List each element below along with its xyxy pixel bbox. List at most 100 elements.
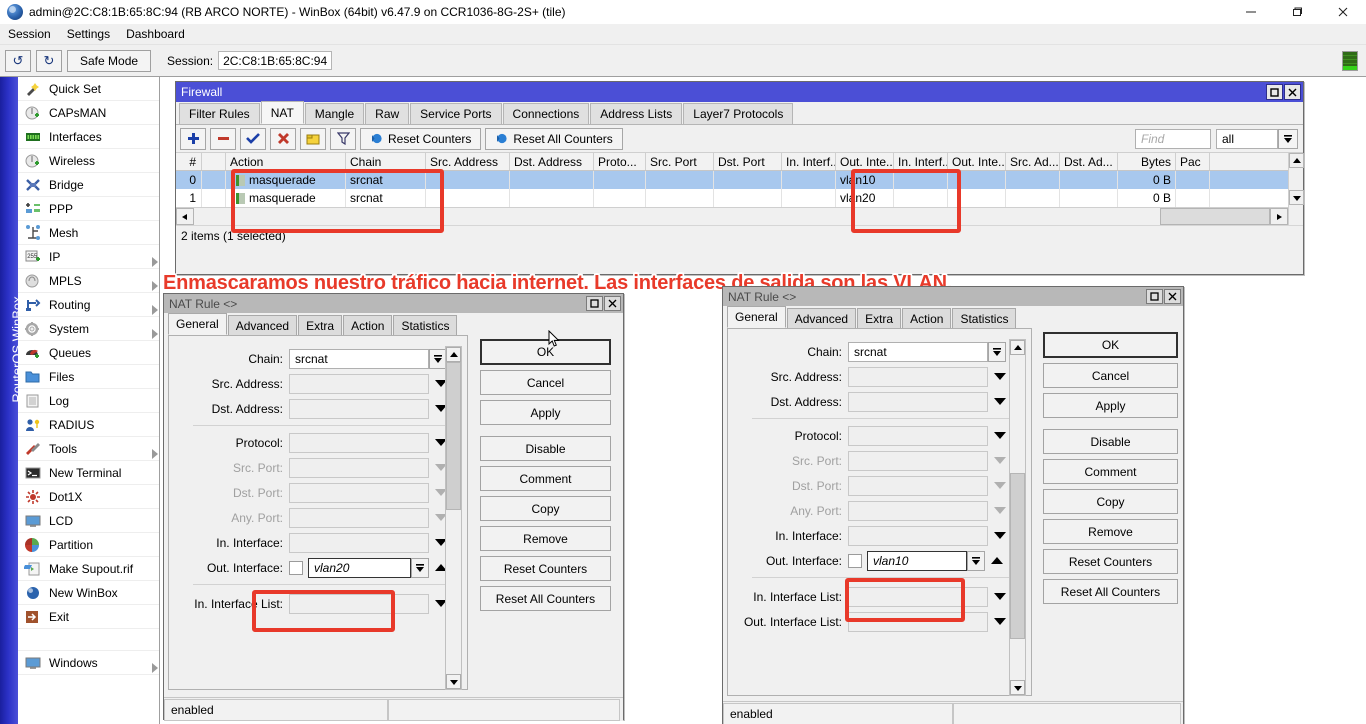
- out-interface-input[interactable]: vlan10: [867, 551, 967, 571]
- sidebar-item-files[interactable]: Files: [18, 365, 159, 389]
- out-interface-negate-checkbox[interactable]: [289, 561, 303, 575]
- sidebar-item-new-terminal[interactable]: New Terminal: [18, 461, 159, 485]
- any-port-input[interactable]: [289, 508, 429, 528]
- add-rule-button[interactable]: [180, 128, 206, 150]
- ok-button[interactable]: OK: [1043, 332, 1178, 358]
- dst-address-input[interactable]: [848, 392, 988, 412]
- reset-all-counters-button[interactable]: Reset All Counters: [480, 586, 611, 611]
- firewall-restore-icon[interactable]: [1266, 84, 1283, 100]
- sidebar-item-queues[interactable]: Queues: [18, 341, 159, 365]
- apply-button[interactable]: Apply: [480, 400, 611, 425]
- dst-port-input[interactable]: [289, 483, 429, 503]
- disable-rule-button[interactable]: [270, 128, 296, 150]
- dst-port-dropdown-icon[interactable]: [994, 482, 1006, 489]
- column-header-src-address-list[interactable]: Src. Ad...: [1006, 153, 1060, 170]
- redo-icon[interactable]: ↻: [36, 50, 62, 72]
- menu-item-settings[interactable]: Settings: [59, 25, 118, 43]
- column-header-bytes[interactable]: Bytes: [1118, 153, 1176, 170]
- column-header-src-address[interactable]: Src. Address: [426, 153, 510, 170]
- out-interface-negate-checkbox[interactable]: [848, 554, 862, 568]
- sidebar-item-capsman[interactable]: CAPsMAN: [18, 101, 159, 125]
- protocol-dropdown-icon[interactable]: [994, 432, 1006, 439]
- sidebar-item-bridge[interactable]: Bridge: [18, 173, 159, 197]
- column-header-out-interface[interactable]: Out. Inte...: [836, 153, 894, 170]
- tab-raw[interactable]: Raw: [365, 103, 409, 124]
- copy-button[interactable]: Copy: [480, 496, 611, 521]
- sidebar-item-wireless[interactable]: Wireless: [18, 149, 159, 173]
- reset-counters-button[interactable]: Reset Counters: [360, 128, 481, 150]
- in-interface-list-input[interactable]: [848, 587, 988, 607]
- scroll-left-icon[interactable]: [176, 208, 194, 225]
- nat-left-tab-general[interactable]: General: [168, 313, 227, 335]
- nat-left-tab-extra[interactable]: Extra: [298, 315, 342, 335]
- sidebar-item-interfaces[interactable]: Interfaces: [18, 125, 159, 149]
- filter-scope-dropdown-icon[interactable]: [1278, 129, 1298, 149]
- out-interface-collapse-icon[interactable]: [991, 557, 1003, 564]
- src-port-input[interactable]: [848, 451, 988, 471]
- sidebar-item-ppp[interactable]: PPP: [18, 197, 159, 221]
- tab-layer7-protocols[interactable]: Layer7 Protocols: [683, 103, 793, 124]
- sidebar-item-quick-set[interactable]: Quick Set: [18, 77, 159, 101]
- comment-button[interactable]: Comment: [1043, 459, 1178, 484]
- column-header-num[interactable]: #: [176, 153, 202, 170]
- sidebar-item-routing[interactable]: Routing: [18, 293, 159, 317]
- reset-all-counters-button[interactable]: Reset All Counters: [485, 128, 622, 150]
- nat-left-scroll-down-icon[interactable]: [446, 674, 461, 689]
- in-interface-input[interactable]: [848, 526, 988, 546]
- out-interface-list-dropdown-icon[interactable]: [994, 618, 1006, 625]
- dst-port-input[interactable]: [848, 476, 988, 496]
- src-address-input[interactable]: [848, 367, 988, 387]
- sidebar-item-system[interactable]: System: [18, 317, 159, 341]
- nat-left-tab-statistics[interactable]: Statistics: [393, 315, 457, 335]
- safe-mode-button[interactable]: Safe Mode: [67, 50, 151, 72]
- sidebar-item-mpls[interactable]: MPLS: [18, 269, 159, 293]
- disable-button[interactable]: Disable: [1043, 429, 1178, 454]
- out-interface-input[interactable]: vlan20: [308, 558, 411, 578]
- column-header-in-interface-list[interactable]: In. Interf...: [894, 153, 948, 170]
- tab-address-lists[interactable]: Address Lists: [590, 103, 682, 124]
- column-header-src-port[interactable]: Src. Port: [646, 153, 714, 170]
- sidebar-item-new-winbox[interactable]: New WinBox: [18, 581, 159, 605]
- remove-button[interactable]: Remove: [480, 526, 611, 551]
- sidebar-item-tools[interactable]: Tools: [18, 437, 159, 461]
- tab-service-ports[interactable]: Service Ports: [410, 103, 501, 124]
- nat-left-tab-advanced[interactable]: Advanced: [228, 315, 297, 335]
- out-interface-dropdown-icon[interactable]: [411, 558, 429, 578]
- in-interface-list-input[interactable]: [289, 594, 429, 614]
- nat-left-scroll-up-icon[interactable]: [446, 347, 461, 362]
- src-port-dropdown-icon[interactable]: [994, 457, 1006, 464]
- table-vertical-scrollbar[interactable]: [1288, 153, 1303, 225]
- ok-button[interactable]: OK: [480, 339, 611, 365]
- sidebar-item-dot1x[interactable]: Dot1X: [18, 485, 159, 509]
- src-address-dropdown-icon[interactable]: [994, 373, 1006, 380]
- tab-mangle[interactable]: Mangle: [305, 103, 364, 124]
- in-interface-list-dropdown-icon[interactable]: [994, 593, 1006, 600]
- nat-right-tab-advanced[interactable]: Advanced: [787, 308, 856, 328]
- firewall-close-icon[interactable]: [1284, 84, 1301, 100]
- column-header-packets[interactable]: Pac: [1176, 153, 1210, 170]
- column-header-flags[interactable]: [202, 153, 226, 170]
- nat-right-tab-extra[interactable]: Extra: [857, 308, 901, 328]
- tab-filter-rules[interactable]: Filter Rules: [179, 103, 260, 124]
- nat-right-restore-icon[interactable]: [1146, 289, 1163, 304]
- column-header-dst-port[interactable]: Dst. Port: [714, 153, 782, 170]
- nat-left-form-scrollbar[interactable]: [445, 346, 462, 690]
- table-horizontal-scrollbar[interactable]: [176, 207, 1288, 225]
- chain-input[interactable]: srcnat: [848, 342, 988, 362]
- out-interface-dropdown-icon[interactable]: [967, 551, 985, 571]
- column-header-in-interface[interactable]: In. Interf...: [782, 153, 836, 170]
- column-header-action[interactable]: Action: [226, 153, 346, 170]
- nat-right-tab-action[interactable]: Action: [902, 308, 951, 328]
- nat-right-tab-statistics[interactable]: Statistics: [952, 308, 1016, 328]
- nat-right-scroll-up-icon[interactable]: [1010, 340, 1025, 355]
- maximize-icon[interactable]: [1274, 0, 1320, 24]
- dst-address-dropdown-icon[interactable]: [994, 398, 1006, 405]
- sidebar-item-mesh[interactable]: Mesh: [18, 221, 159, 245]
- table-row[interactable]: 1 masquerade srcnat vlan20 0 B: [176, 189, 1288, 207]
- tab-nat[interactable]: NAT: [261, 101, 304, 124]
- enable-rule-button[interactable]: [240, 128, 266, 150]
- column-header-protocol[interactable]: Proto...: [594, 153, 646, 170]
- sidebar-item-exit[interactable]: Exit: [18, 605, 159, 629]
- dst-address-input[interactable]: [289, 399, 429, 419]
- reset-counters-button[interactable]: Reset Counters: [1043, 549, 1178, 574]
